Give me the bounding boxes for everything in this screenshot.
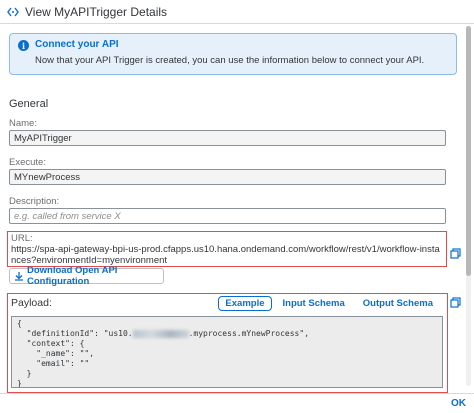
payload-section: Payload: Example Input Schema Output Sch… <box>7 293 448 393</box>
code-line: "definitionId": "us10. .myprocess.mYnewPr… <box>17 329 437 339</box>
info-message-strip: i Connect your API Now that your API Tri… <box>9 33 457 75</box>
code-line: "_name": "", <box>17 349 95 358</box>
code-line: } <box>17 369 32 378</box>
info-title: Connect your API <box>35 39 119 50</box>
code-line: } <box>17 379 22 388</box>
payload-label: Payload: <box>11 297 52 309</box>
code-line-end: .myprocess.mYnewProcess", <box>188 329 310 338</box>
tab-example[interactable]: Example <box>218 296 272 311</box>
dialog-footer: OK <box>0 393 474 413</box>
url-value[interactable]: https://spa-api-gateway-bpi-us-prod.cfap… <box>11 244 443 266</box>
code-line: "context": { <box>17 339 85 348</box>
dialog-title: View MyAPITrigger Details <box>25 4 168 19</box>
execute-label: Execute: <box>9 157 46 168</box>
info-icon: i <box>18 40 29 51</box>
redacted-region <box>132 329 189 338</box>
download-openapi-label: Download Open API Configuration <box>27 265 118 287</box>
copy-payload-icon[interactable] <box>450 297 461 308</box>
api-icon <box>7 6 19 18</box>
name-field[interactable]: MyAPITrigger <box>9 130 446 146</box>
execute-value: MYnewProcess <box>14 171 80 183</box>
scrollbar-thumb[interactable] <box>466 26 471 276</box>
copy-url-icon[interactable] <box>450 248 461 259</box>
execute-field[interactable]: MYnewProcess <box>9 169 446 185</box>
url-label: URL: <box>11 233 33 244</box>
code-line-start: "definitionId": "us10. <box>17 329 133 338</box>
description-placeholder: e.g. called from service X <box>14 210 121 222</box>
payload-code-editor[interactable]: { "definitionId": "us10. .myprocess.mYnew… <box>11 316 443 388</box>
url-section: URL: https://spa-api-gateway-bpi-us-prod… <box>7 231 447 267</box>
info-text: Now that your API Trigger is created, yo… <box>35 55 425 66</box>
download-openapi-button[interactable]: Download Open API Configuration <box>9 265 164 287</box>
section-title-general: General <box>9 98 49 110</box>
download-icon <box>14 271 24 281</box>
name-value: MyAPITrigger <box>14 132 72 144</box>
ok-button[interactable]: OK <box>451 398 466 409</box>
payload-tabs: Example Input Schema Output Schema <box>218 296 440 311</box>
description-field[interactable]: e.g. called from service X <box>9 208 446 224</box>
dialog-header: View MyAPITrigger Details <box>0 0 474 24</box>
tab-output-schema[interactable]: Output Schema <box>356 296 440 311</box>
code-line: { <box>17 319 22 328</box>
code-line: "email": "" <box>17 359 90 368</box>
name-label: Name: <box>9 118 37 129</box>
scrollbar[interactable] <box>466 26 471 386</box>
description-label: Description: <box>9 196 60 207</box>
tab-input-schema[interactable]: Input Schema <box>276 296 352 311</box>
